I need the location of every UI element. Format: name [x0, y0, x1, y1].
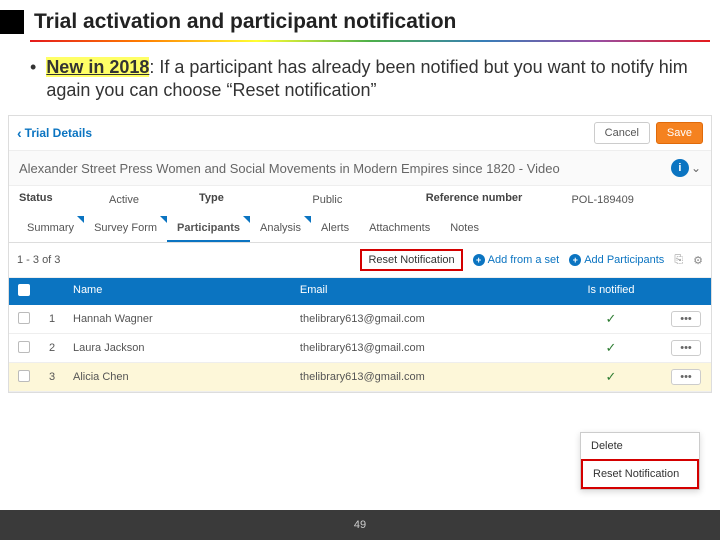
type-value: Public	[312, 194, 425, 206]
table-header: Name Email Is notified	[9, 278, 711, 305]
tab-summary[interactable]: Summary	[17, 216, 84, 242]
col-number	[39, 278, 65, 305]
row-email: thelibrary613@gmail.com	[292, 365, 561, 389]
col-actions	[661, 278, 711, 305]
export-icon[interactable]: ⎘	[674, 254, 683, 267]
chevron-left-icon: ‹	[17, 125, 22, 141]
add-participants-button[interactable]: + Add Participants	[569, 254, 664, 266]
tab-survey-form[interactable]: Survey Form	[84, 216, 167, 242]
plus-icon: +	[473, 254, 485, 266]
bullet-paragraph: • New in 2018: If a participant has alre…	[0, 42, 720, 111]
menu-delete[interactable]: Delete	[581, 433, 699, 459]
row-checkbox[interactable]	[18, 341, 30, 353]
add-participants-label: Add Participants	[584, 254, 664, 266]
table-row: 2 Laura Jackson thelibrary613@gmail.com …	[9, 334, 711, 363]
tab-analysis[interactable]: Analysis	[250, 216, 311, 242]
tabs: Summary Survey Form Participants Analysi…	[9, 216, 711, 243]
row-actions-button[interactable]: •••	[671, 311, 701, 327]
new-in-badge: New in 2018	[46, 57, 149, 77]
row-checkbox[interactable]	[18, 370, 30, 382]
col-checkbox[interactable]	[9, 278, 39, 305]
slide-footer: 49	[0, 510, 720, 540]
row-email: thelibrary613@gmail.com	[292, 336, 561, 360]
table-row: 1 Hannah Wagner thelibrary613@gmail.com …	[9, 305, 711, 334]
ref-label: Reference number	[426, 192, 572, 204]
info-icon[interactable]: i	[671, 159, 689, 177]
col-name: Name	[65, 278, 292, 305]
slide-header: Trial activation and participant notific…	[0, 0, 720, 40]
col-email: Email	[292, 278, 561, 305]
row-name: Hannah Wagner	[65, 307, 292, 331]
bullet-dot-icon: •	[30, 56, 36, 101]
row-actions-button[interactable]: •••	[671, 340, 701, 356]
add-from-set-label: Add from a set	[488, 254, 560, 266]
check-icon: ✓	[606, 369, 617, 384]
tab-notes[interactable]: Notes	[440, 216, 489, 242]
plus-icon: +	[569, 254, 581, 266]
gear-icon[interactable]: ⚙	[693, 254, 703, 267]
back-label: Trial Details	[25, 126, 92, 140]
table-row: 3 Alicia Chen thelibrary613@gmail.com ✓ …	[9, 363, 711, 392]
ref-value: POL-189409	[571, 194, 701, 206]
title-square-icon	[0, 10, 24, 34]
row-context-menu: Delete Reset Notification	[580, 432, 700, 490]
col-notified: Is notified	[561, 278, 661, 305]
cancel-button[interactable]: Cancel	[594, 122, 650, 144]
type-label: Type	[199, 192, 312, 204]
table-toolbar: 1 - 3 of 3 Reset Notification + Add from…	[9, 243, 711, 278]
save-button[interactable]: Save	[656, 122, 703, 144]
row-name: Alicia Chen	[65, 365, 292, 389]
check-icon: ✓	[606, 311, 617, 326]
product-title: Alexander Street Press Women and Social …	[19, 161, 560, 176]
product-row: Alexander Street Press Women and Social …	[9, 151, 711, 186]
add-from-set-button[interactable]: + Add from a set	[473, 254, 560, 266]
tab-alerts[interactable]: Alerts	[311, 216, 359, 242]
menu-reset-notification[interactable]: Reset Notification	[581, 459, 699, 489]
tab-participants[interactable]: Participants	[167, 216, 250, 242]
row-number: 3	[39, 365, 65, 389]
reset-notification-button[interactable]: Reset Notification	[360, 249, 462, 271]
status-value: Active	[109, 194, 199, 206]
row-checkbox[interactable]	[18, 312, 30, 324]
row-count: 1 - 3 of 3	[17, 254, 60, 266]
topbar: ‹ Trial Details Cancel Save	[9, 116, 711, 151]
row-number: 2	[39, 336, 65, 360]
status-label: Status	[19, 192, 109, 204]
back-button[interactable]: ‹ Trial Details	[17, 125, 92, 141]
app-screenshot: ‹ Trial Details Cancel Save Alexander St…	[8, 115, 712, 393]
check-icon: ✓	[606, 340, 617, 355]
slide-title: Trial activation and participant notific…	[34, 10, 456, 34]
field-row: Status Active Type Public Reference numb…	[9, 186, 711, 216]
chevron-down-icon[interactable]: ⌄	[691, 161, 701, 175]
page-number: 49	[354, 519, 366, 531]
participants-table: Name Email Is notified 1 Hannah Wagner t…	[9, 278, 711, 392]
tab-attachments[interactable]: Attachments	[359, 216, 440, 242]
row-email: thelibrary613@gmail.com	[292, 307, 561, 331]
row-actions-button[interactable]: •••	[671, 369, 701, 385]
row-name: Laura Jackson	[65, 336, 292, 360]
row-number: 1	[39, 307, 65, 331]
